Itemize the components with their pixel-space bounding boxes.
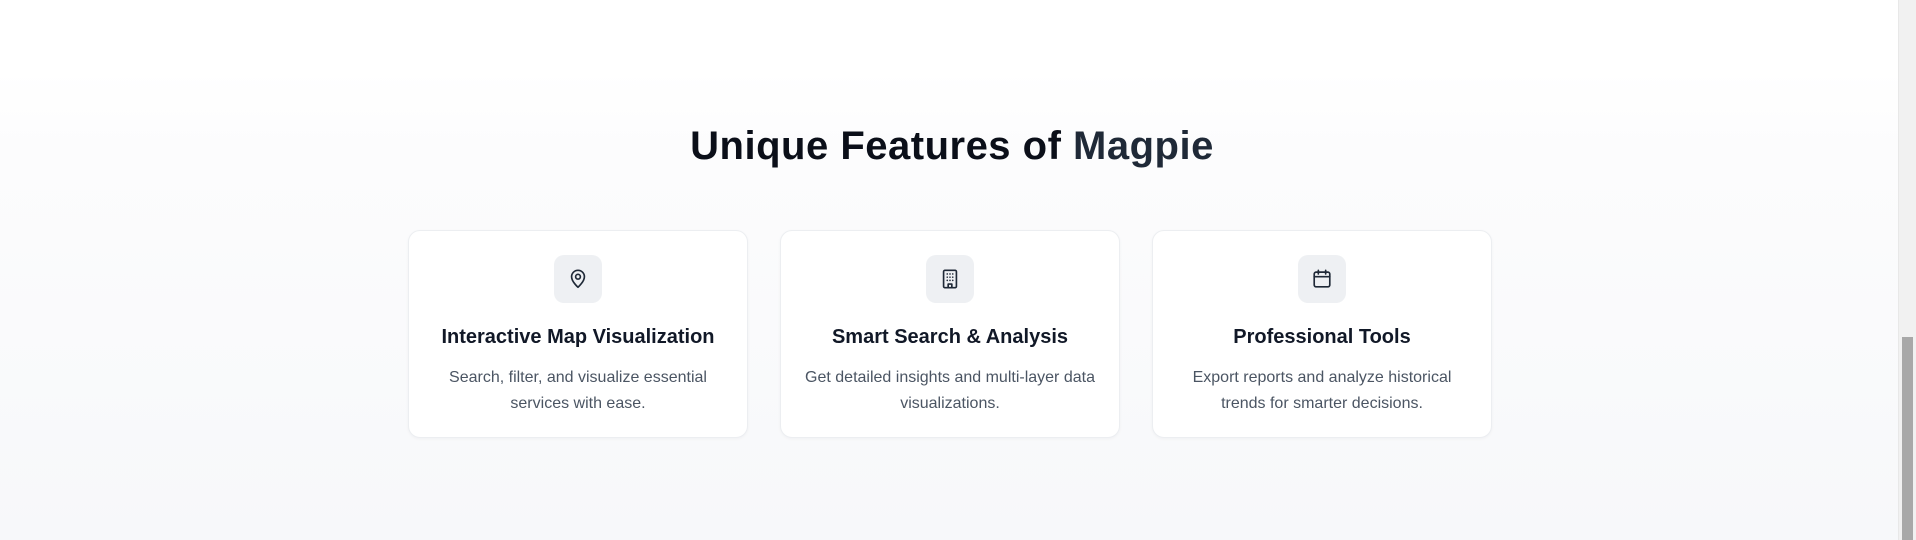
features-section: Unique Features of Magpie Interactive Ma… [0,0,1898,540]
feature-card-search: Smart Search & Analysis Get detailed ins… [780,230,1120,438]
building-icon [942,269,958,289]
scrollbar-thumb[interactable] [1902,337,1913,540]
feature-card-map: Interactive Map Visualization Search, fi… [408,230,748,438]
calendar-icon [1313,269,1331,288]
vertical-scrollbar[interactable] [1898,0,1916,540]
section-heading: Unique Features of Magpie [0,122,1904,170]
feature-title: Interactive Map Visualization [441,326,715,348]
feature-title: Professional Tools [1233,326,1411,348]
feature-icon-box [1298,255,1346,303]
heading-brand: Magpie [1073,124,1214,168]
feature-icon-box [926,255,974,303]
feature-description: Export reports and analyze historical tr… [1192,369,1452,412]
heading-prefix: Unique Features of [690,124,1062,168]
map-pin-icon [570,269,586,289]
feature-icon-box [554,255,602,303]
feature-cards: Interactive Map Visualization Search, fi… [408,230,1492,438]
feature-description: Search, filter, and visualize essential … [449,369,707,412]
feature-title: Smart Search & Analysis [831,326,1069,348]
feature-card-tools: Professional Tools Export reports and an… [1152,230,1492,438]
feature-description: Get detailed insights and multi-layer da… [805,369,1095,412]
